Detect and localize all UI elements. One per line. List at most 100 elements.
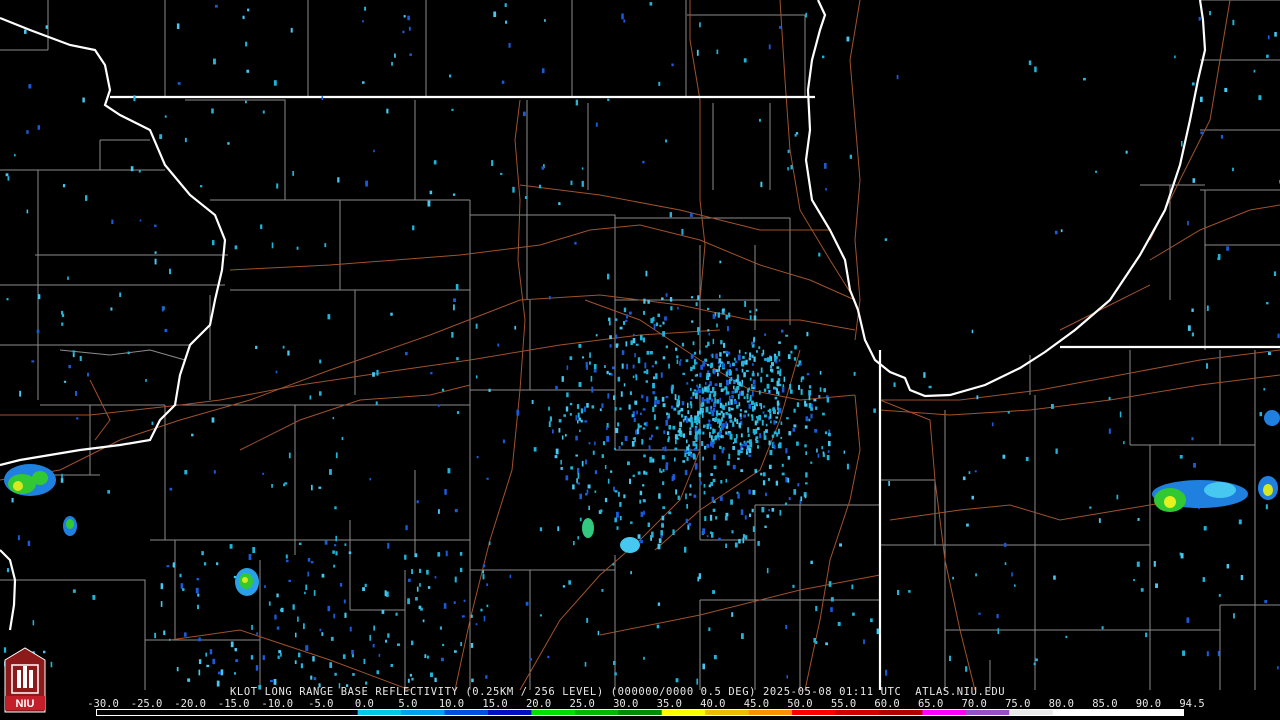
echo-pixel <box>407 678 410 683</box>
echo-pixel <box>459 552 463 556</box>
echo-pixel <box>643 310 646 315</box>
echo-pixel <box>616 526 619 530</box>
echo-pixel <box>735 378 738 383</box>
echo-pixel <box>245 41 248 47</box>
echo-pixel <box>541 68 545 74</box>
echo-pixel <box>557 526 560 532</box>
echo-pixel <box>787 477 790 483</box>
echo-pixel <box>738 402 741 407</box>
echo-pixel <box>853 371 856 376</box>
echo-pixel <box>686 382 689 385</box>
echo-pixel <box>364 6 367 11</box>
echo-pixel <box>471 678 474 683</box>
echo-pixel <box>689 493 692 496</box>
echo-pixel <box>741 368 744 373</box>
echo-pixel <box>624 319 628 322</box>
echo-pixel <box>734 357 736 361</box>
echo-pixel <box>548 296 551 300</box>
echo-pixel <box>693 494 697 498</box>
echo-pixel <box>1051 404 1054 409</box>
echo-pixel <box>584 420 588 423</box>
echo-pixel <box>61 322 64 326</box>
echo-pixel <box>717 418 720 423</box>
echo-pixel <box>273 679 277 685</box>
echo-pixel <box>475 323 478 329</box>
echo-pixel <box>577 482 580 485</box>
echo-pixel <box>740 409 742 412</box>
echo-pixel <box>1191 332 1195 337</box>
echo-pixel <box>632 338 636 344</box>
echo-pixel <box>726 460 730 466</box>
echo-pixel <box>712 590 716 594</box>
echo-pixel <box>341 437 344 441</box>
echo-pixel <box>700 407 702 412</box>
echo-pixel <box>698 383 701 389</box>
echo-pixel <box>333 564 336 568</box>
echo-pixel <box>642 408 646 411</box>
echo-pixel <box>1200 131 1203 135</box>
echo-pixel <box>738 538 741 544</box>
echo-pixel <box>570 466 574 470</box>
echo-pixel <box>805 451 807 456</box>
echo-pixel <box>723 351 726 354</box>
echo-pixel <box>1028 60 1032 66</box>
echo-pixel <box>643 422 646 426</box>
echo-pixel <box>632 474 635 478</box>
echo-pixel <box>619 326 623 330</box>
echo-pixel <box>270 679 273 683</box>
echo-pixel <box>997 628 1000 635</box>
echo-pixel <box>508 42 511 48</box>
echo-pixel <box>965 666 968 672</box>
echo-pixel <box>505 20 508 24</box>
echo-pixel <box>817 453 820 458</box>
echo-pixel <box>590 375 593 382</box>
echo-pixel <box>298 652 301 658</box>
echo-pixel <box>92 595 96 600</box>
echo-pixel <box>619 502 622 507</box>
echo-pixel <box>555 448 559 455</box>
echo-pixel <box>722 412 725 418</box>
echo-pixel <box>846 36 850 42</box>
echo-pixel <box>726 353 729 357</box>
echo-pixel <box>691 379 694 382</box>
echo-pixel <box>628 311 632 315</box>
echo-pixel <box>763 388 767 392</box>
echo-pixel <box>607 273 610 280</box>
echo-pixel <box>737 493 740 499</box>
echo-pixel <box>719 445 722 450</box>
echo-pixel <box>579 517 582 522</box>
echo-pixel <box>67 276 69 280</box>
echo-pixel <box>793 357 797 361</box>
echo-pixel <box>27 540 31 546</box>
echo-pixel <box>491 160 494 167</box>
echo-pixel <box>707 363 710 367</box>
echo-pixel <box>711 496 715 502</box>
echo-pixel <box>753 315 757 321</box>
echo-pixel <box>614 490 618 493</box>
echo-pixel <box>751 508 754 513</box>
echo-pixel <box>805 12 808 18</box>
echo-pixel <box>694 427 697 432</box>
echo-pixel <box>1220 134 1224 139</box>
echo-pixel <box>813 399 817 402</box>
echo-pixel <box>665 462 669 465</box>
echo-pixel <box>693 389 697 392</box>
echo-pixel <box>884 238 888 241</box>
echo-pixel <box>285 554 288 559</box>
echo-pixel <box>708 419 711 423</box>
echo-pixel <box>759 403 763 407</box>
echo-pixel <box>420 607 423 611</box>
echo-pixel <box>705 406 709 413</box>
echo-pixel <box>229 544 233 549</box>
echo-pixel <box>614 318 618 321</box>
echo-pixel <box>727 361 730 364</box>
echo-pixel <box>760 181 763 188</box>
echo-pixel <box>72 589 76 593</box>
echo-pixel <box>826 396 829 403</box>
echo-pixel <box>564 434 567 437</box>
echo-pixel <box>606 426 608 431</box>
echo-pixel <box>710 398 714 402</box>
echo-pixel <box>824 431 828 435</box>
echo-pixel <box>296 246 299 250</box>
echo-pixel <box>778 442 782 449</box>
